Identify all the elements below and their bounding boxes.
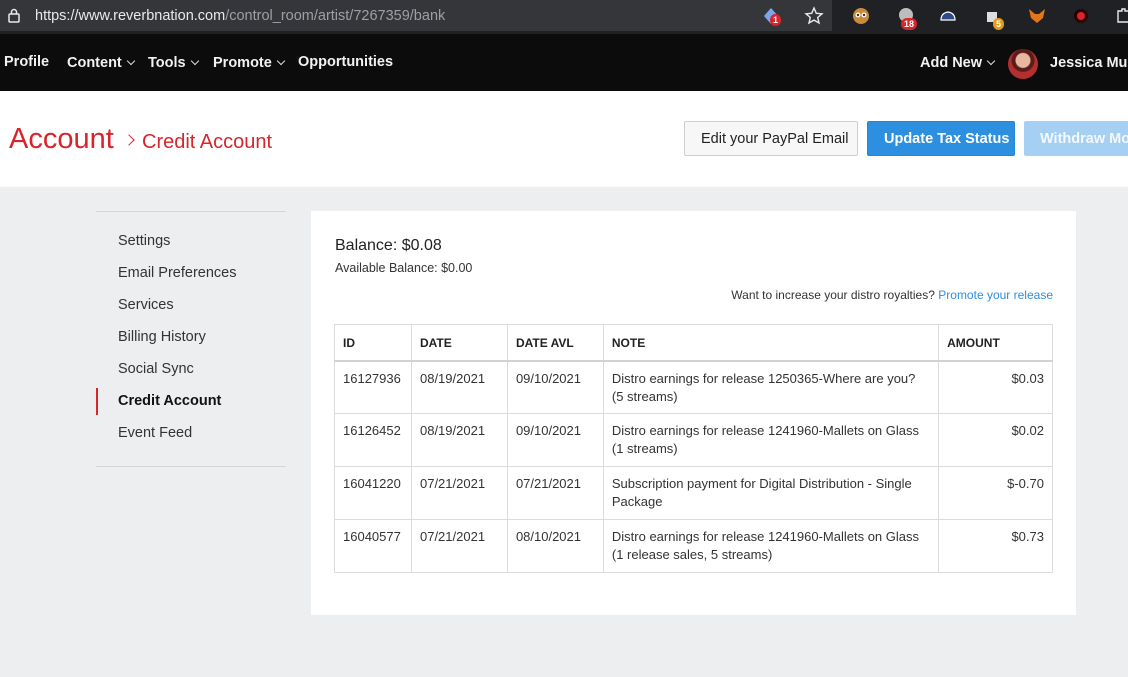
transactions-table: ID DATE DATE AVL NOTE AMOUNT 16127936 08… [334, 324, 1053, 573]
nav-profile[interactable]: Profile [4, 54, 49, 70]
sidebar-item-social-sync[interactable]: Social Sync [118, 361, 194, 377]
extension-badge: 5 [993, 18, 1005, 30]
table-row: 16126452 08/19/2021 09/10/2021 Distro ea… [334, 413, 1053, 467]
cell-note: Subscription payment for Digital Distrib… [602, 466, 940, 520]
withdraw-money-button[interactable]: Withdraw Mon [1024, 121, 1128, 156]
column-header-amount: AMOUNT [938, 324, 1053, 362]
chevron-down-icon [190, 56, 199, 66]
chevron-down-icon [276, 56, 286, 66]
update-tax-status-button[interactable]: Update Tax Status [867, 121, 1015, 156]
cell-date: 07/21/2021 [410, 466, 508, 520]
promo-text: Want to increase your distro royalties? … [731, 288, 1053, 302]
promo-question: Want to increase your distro royalties? [731, 288, 935, 302]
table-row: 16127936 08/19/2021 09/10/2021 Distro ea… [334, 360, 1053, 414]
nav-tools[interactable]: Tools [148, 55, 199, 71]
sidebar-item-settings[interactable]: Settings [118, 233, 170, 249]
edit-paypal-email-button[interactable]: Edit your PayPal Email [684, 121, 858, 156]
balance-total: Balance: $0.08 [335, 237, 442, 254]
account-sidebar: Settings Email Preferences Services Bill… [96, 211, 286, 467]
credit-account-card: Balance: $0.08 Available Balance: $0.00 … [311, 211, 1076, 615]
sidebar-item-event-feed[interactable]: Event Feed [118, 425, 192, 441]
cell-amount: $-0.70 [938, 466, 1053, 520]
browser-toolbar: https://www.reverbnation.com/control_roo… [0, 0, 1128, 34]
nav-add-new[interactable]: Add New [920, 55, 996, 71]
nav-content-label: Content [67, 55, 122, 71]
cell-date: 08/19/2021 [410, 360, 508, 414]
cell-amount: $0.73 [938, 519, 1053, 573]
user-name[interactable]: Jessica Mul [1050, 55, 1128, 71]
sidebar-item-billing-history[interactable]: Billing History [118, 329, 206, 345]
cell-id: 16041220 [334, 466, 412, 520]
table-row: 16041220 07/21/2021 07/21/2021 Subscript… [334, 466, 1053, 520]
nav-content[interactable]: Content [67, 55, 136, 71]
promote-release-link[interactable]: Promote your release [938, 288, 1053, 302]
table-row: 16040577 07/21/2021 08/10/2021 Distro ea… [334, 519, 1053, 573]
fox-extension-icon[interactable] [1027, 6, 1047, 26]
url-text[interactable]: https://www.reverbnation.com/control_roo… [35, 8, 445, 24]
cell-amount: $0.02 [938, 413, 1053, 467]
cell-note: Distro earnings for release 1241960-Mall… [602, 519, 940, 573]
extension-badge: 18 [901, 18, 918, 30]
cell-date-avl: 09/10/2021 [506, 413, 604, 467]
extensions-puzzle-icon[interactable] [1114, 6, 1128, 26]
owl-extension-icon[interactable] [851, 6, 871, 26]
chevron-down-icon [986, 56, 996, 66]
address-bar[interactable]: https://www.reverbnation.com/control_roo… [0, 0, 832, 31]
record-extension-icon[interactable] [1071, 6, 1091, 26]
column-header-date: DATE [410, 324, 508, 362]
cell-id: 16127936 [334, 360, 412, 414]
column-header-date-avl: DATE AVL [506, 324, 604, 362]
sidebar-item-services[interactable]: Services [118, 297, 174, 313]
active-item-marker [96, 388, 98, 415]
chevron-right-icon [123, 134, 135, 146]
cell-id: 16040577 [334, 519, 412, 573]
chevron-down-icon [126, 56, 136, 66]
column-header-id: ID [334, 324, 412, 362]
cell-note: Distro earnings for release 1241960-Mall… [602, 413, 940, 467]
cell-id: 16126452 [334, 413, 412, 467]
nav-add-new-label: Add New [920, 55, 983, 71]
nav-promote-label: Promote [213, 55, 272, 71]
url-path: /control_room/artist/7267359/bank [225, 8, 446, 24]
avatar[interactable] [1008, 49, 1038, 79]
extension-badge: 1 [770, 14, 782, 26]
available-balance: Available Balance: $0.00 [335, 261, 473, 275]
site-navbar: Profile Content Tools Promote Opportunit… [0, 34, 1128, 91]
page-title: Credit Account [142, 131, 273, 153]
lock-icon[interactable] [8, 8, 20, 23]
breadcrumb-account[interactable]: Account [9, 123, 114, 156]
nav-tools-label: Tools [148, 55, 186, 71]
cell-date-avl: 07/21/2021 [506, 466, 604, 520]
sidebar-item-credit-account[interactable]: Credit Account [118, 393, 221, 409]
nav-promote[interactable]: Promote [213, 55, 286, 71]
cloud-extension-icon[interactable] [938, 6, 958, 26]
nav-opportunities[interactable]: Opportunities [298, 54, 393, 70]
bookmark-star-icon[interactable] [804, 6, 824, 26]
page-header: Account Credit Account Edit your PayPal … [0, 91, 1128, 187]
cell-date: 08/19/2021 [410, 413, 508, 467]
url-host: https://www.reverbnation.com [35, 8, 226, 24]
cell-note: Distro earnings for release 1250365-Wher… [602, 360, 940, 414]
cell-date-avl: 09/10/2021 [506, 360, 604, 414]
cell-date-avl: 08/10/2021 [506, 519, 604, 573]
cell-date: 07/21/2021 [410, 519, 508, 573]
cell-amount: $0.03 [938, 360, 1053, 414]
sidebar-item-email-preferences[interactable]: Email Preferences [118, 265, 236, 281]
column-header-note: NOTE [602, 324, 940, 362]
table-header-row: ID DATE DATE AVL NOTE AMOUNT [334, 324, 1053, 362]
